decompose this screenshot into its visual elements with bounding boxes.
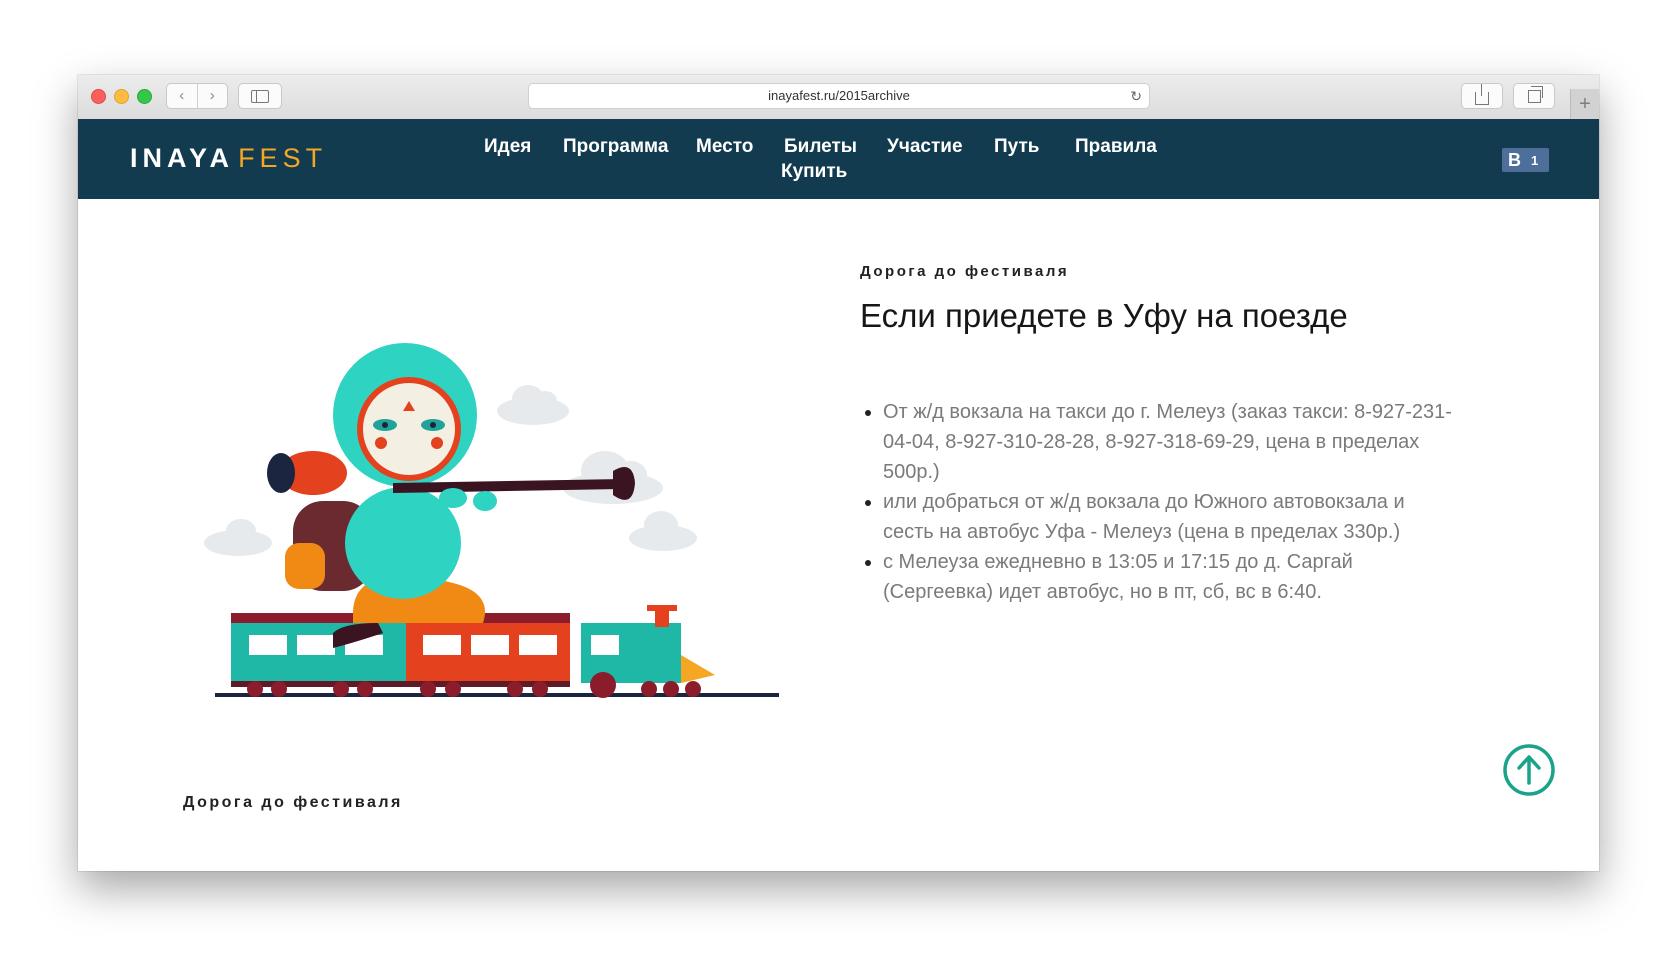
site-logo[interactable]: INAYA FEST xyxy=(130,143,327,174)
reload-icon[interactable]: ↻ xyxy=(1130,84,1142,108)
site-header: INAYA FEST Идея Программа Место Билеты Ку… xyxy=(78,119,1599,199)
next-section-eyebrow: Дорога до фестиваля xyxy=(183,794,403,811)
sidebar-icon xyxy=(251,89,269,103)
minimize-window-button[interactable] xyxy=(114,89,129,104)
sidebar-toggle-button[interactable] xyxy=(238,83,282,109)
nav-link-idea[interactable]: Идея xyxy=(484,136,531,158)
vk-icon: B xyxy=(1508,149,1521,170)
scroll-to-top-button[interactable] xyxy=(1502,743,1556,797)
vk-share-button[interactable]: B 1 xyxy=(1502,148,1549,172)
traveler-on-train-illustration xyxy=(204,343,779,698)
address-bar[interactable]: inayafest.ru/2015archive ↻ xyxy=(528,83,1150,109)
route-info-list: От ж/д вокзала на такси до г. Мелеуз (за… xyxy=(863,397,1458,607)
browser-toolbar: ‹ › inayafest.ru/2015archive ↻ + xyxy=(78,75,1599,120)
arrow-up-circle-icon xyxy=(1503,744,1555,796)
share-button[interactable] xyxy=(1461,83,1503,109)
tabs-icon xyxy=(1527,85,1543,103)
zoom-window-button[interactable] xyxy=(137,89,152,104)
list-item: с Мелеуза ежедневно в 13:05 и 17:15 до д… xyxy=(883,547,1458,607)
nav-link-place[interactable]: Место xyxy=(696,136,753,158)
new-tab-button[interactable]: + xyxy=(1570,89,1599,119)
section-eyebrow: Дорога до фестиваля xyxy=(860,263,1070,280)
back-button[interactable]: ‹ xyxy=(167,84,197,108)
section-heading: Если приедете в Уфу на поезде xyxy=(860,297,1348,334)
logo-main-text: INAYA xyxy=(130,143,235,173)
nav-link-buy[interactable]: Купить xyxy=(781,161,847,183)
history-buttons: ‹ › xyxy=(166,83,228,109)
list-item: или добраться от ж/д вокзала до Южного а… xyxy=(883,487,1458,547)
logo-accent-text: FEST xyxy=(238,143,328,173)
browser-window: ‹ › inayafest.ru/2015archive ↻ + INAYA FE… xyxy=(78,75,1599,871)
show-tabs-button[interactable] xyxy=(1513,83,1555,109)
url-text: inayafest.ru/2015archive xyxy=(768,88,910,103)
nav-link-program[interactable]: Программа xyxy=(563,136,668,158)
forward-button[interactable]: › xyxy=(196,84,228,108)
nav-link-participation[interactable]: Участие xyxy=(887,136,963,158)
share-icon xyxy=(1475,83,1489,105)
vk-share-count: 1 xyxy=(1531,152,1539,168)
nav-link-route[interactable]: Путь xyxy=(994,136,1039,158)
nav-link-rules[interactable]: Правила xyxy=(1075,136,1157,158)
close-window-button[interactable] xyxy=(91,89,106,104)
nav-link-tickets[interactable]: Билеты xyxy=(784,136,857,158)
list-item: От ж/д вокзала на такси до г. Мелеуз (за… xyxy=(883,397,1458,487)
